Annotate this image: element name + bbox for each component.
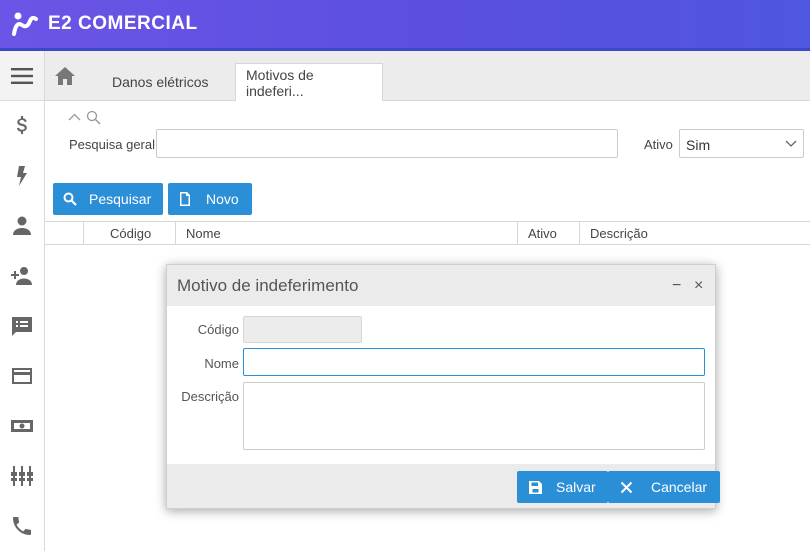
description-label: Descrição xyxy=(181,389,239,404)
cancel-button-label: Cancelar xyxy=(651,479,708,495)
lightning-icon xyxy=(17,166,27,186)
chevron-up-icon xyxy=(68,113,81,121)
sidebar-item-payments[interactable] xyxy=(0,351,44,401)
sidebar-item-network[interactable] xyxy=(0,451,44,501)
logo-icon xyxy=(12,12,38,36)
person-icon xyxy=(13,216,31,235)
phone-icon xyxy=(13,517,31,535)
new-document-icon xyxy=(180,192,190,206)
sidebar xyxy=(0,51,45,551)
sidebar-item-energy[interactable] xyxy=(0,151,44,201)
reason-dialog: Motivo de indeferimento − × Código Nome … xyxy=(166,264,721,509)
active-filter-select[interactable]: Sim xyxy=(679,129,804,158)
sidebar-item-finance[interactable] xyxy=(0,101,44,151)
name-label: Nome xyxy=(204,356,239,371)
name-field[interactable] xyxy=(243,348,705,376)
save-button[interactable]: Salvar xyxy=(517,471,608,503)
cancel-button[interactable]: Cancelar xyxy=(608,471,721,503)
sidebar-item-add-client[interactable] xyxy=(0,251,44,301)
search-button[interactable]: Pesquisar xyxy=(53,183,164,215)
tab-home[interactable] xyxy=(45,51,85,101)
magnifier-icon xyxy=(63,192,77,206)
menu-button[interactable] xyxy=(0,51,44,101)
save-icon xyxy=(529,480,542,494)
general-search-label: Pesquisa geral xyxy=(69,137,155,152)
description-textarea[interactable] xyxy=(243,382,705,450)
close-x-icon xyxy=(620,481,633,493)
credit-card-icon xyxy=(12,368,32,384)
sidebar-item-clients[interactable] xyxy=(0,201,44,251)
column-header-nome[interactable]: Nome xyxy=(175,222,517,244)
hamburger-icon xyxy=(11,67,33,84)
minimize-button[interactable]: − xyxy=(672,277,681,295)
dialog-footer: Salvar Cancelar xyxy=(167,464,721,508)
tab-motivos-indeferimento[interactable]: Motivos de indeferi... xyxy=(235,63,383,102)
brand-name: E2 COMERCIAL xyxy=(48,13,198,34)
close-button[interactable]: × xyxy=(694,277,703,295)
sidebar-item-messages[interactable] xyxy=(0,301,44,351)
filter-toggle[interactable] xyxy=(67,110,101,125)
dollar-icon xyxy=(17,116,27,134)
tower-icon xyxy=(11,466,33,486)
code-label: Código xyxy=(197,322,239,337)
column-header-ativo[interactable]: Ativo xyxy=(517,222,579,244)
chat-list-icon xyxy=(12,317,32,336)
active-filter-value: Sim xyxy=(686,137,711,153)
tab-bar: Danos elétricos Motivos de indeferi... xyxy=(45,51,810,102)
general-search-input[interactable] xyxy=(156,129,618,158)
sidebar-item-billing[interactable] xyxy=(0,401,44,451)
column-header-codigo[interactable]: Código xyxy=(83,222,175,244)
new-button[interactable]: Novo xyxy=(168,183,252,215)
active-filter-label: Ativo xyxy=(644,137,673,152)
column-header-descricao[interactable]: Descrição xyxy=(579,222,810,244)
chevron-down-icon xyxy=(785,140,797,147)
home-icon xyxy=(55,67,75,85)
save-button-label: Salvar xyxy=(556,479,596,495)
dialog-title: Motivo de indeferimento xyxy=(177,275,359,295)
tab-danos-eletricos[interactable]: Danos elétricos xyxy=(102,63,219,101)
add-person-icon xyxy=(11,267,32,285)
new-button-label: Novo xyxy=(206,191,239,207)
grid-header: Código Nome Ativo Descrição xyxy=(45,221,810,245)
code-field xyxy=(243,316,362,343)
search-button-label: Pesquisar xyxy=(89,191,152,207)
search-icon xyxy=(86,110,101,125)
search-panel: Pesquisa geral Ativo Sim Pesquisar Novo xyxy=(45,101,810,221)
dialog-header: Motivo de indeferimento xyxy=(167,265,715,306)
cash-icon xyxy=(11,420,33,432)
app-header: E2 COMERCIAL xyxy=(0,0,810,51)
sidebar-item-contact[interactable] xyxy=(0,501,44,551)
